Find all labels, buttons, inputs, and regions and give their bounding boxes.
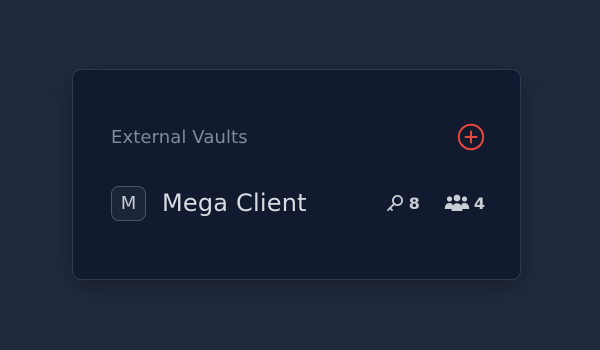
section-title: External Vaults: [111, 126, 248, 148]
vault-row[interactable]: M Mega Client 8 4: [111, 184, 485, 222]
key-icon: [385, 193, 405, 213]
users-icon: [444, 193, 470, 213]
members-stat: 4: [444, 193, 485, 213]
plus-circle-icon: [457, 123, 485, 151]
vault-name[interactable]: Mega Client: [162, 189, 385, 217]
external-vaults-card: External Vaults M Mega Client 8 4: [72, 69, 521, 280]
keys-count: 8: [408, 193, 420, 213]
vault-avatar: M: [111, 185, 146, 221]
card-header: External Vaults: [111, 122, 485, 152]
members-count: 4: [473, 193, 485, 213]
keys-stat: 8: [385, 193, 420, 213]
add-vault-button[interactable]: [457, 123, 485, 151]
